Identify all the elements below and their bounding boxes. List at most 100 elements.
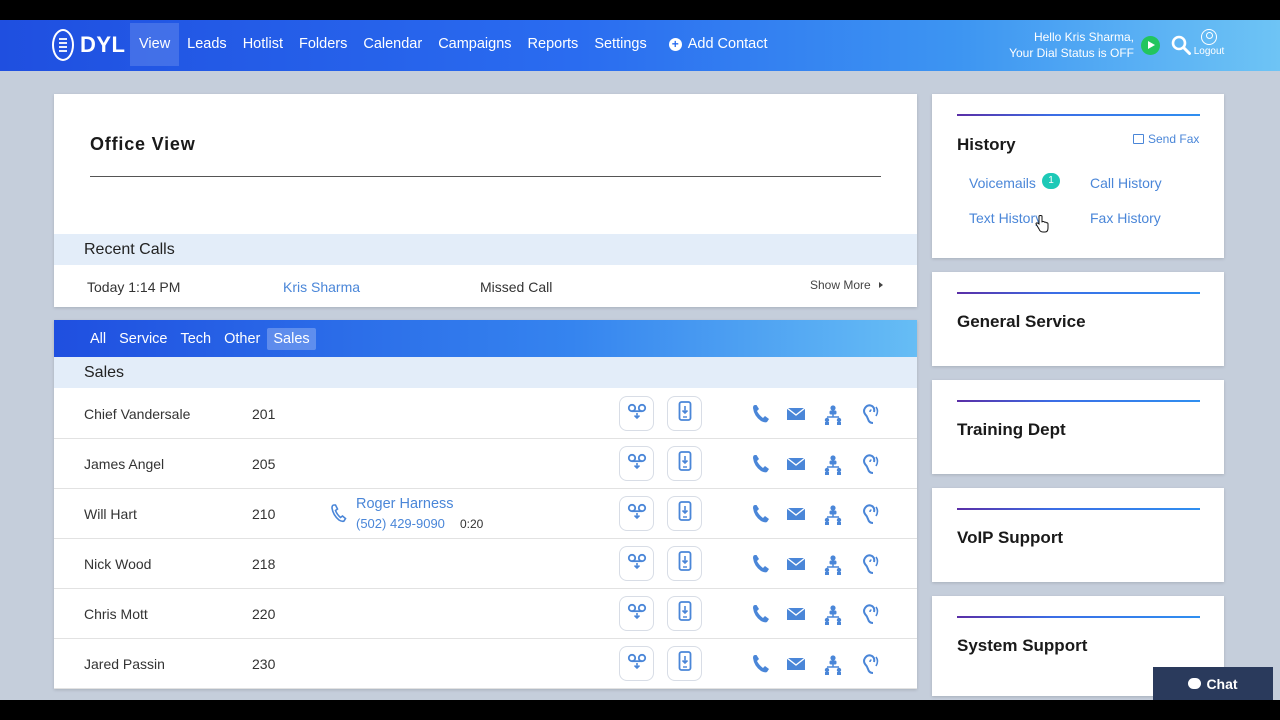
extension-user-name: James Angel — [84, 456, 165, 472]
recent-calls-header: Recent Calls — [54, 234, 917, 265]
caret-right-icon — [878, 282, 883, 288]
transfer-to-voicemail-button[interactable] — [619, 446, 654, 481]
listen-icon[interactable] — [859, 603, 881, 625]
main-nav: View Leads Hotlist Folders Calendar Camp… — [130, 23, 776, 66]
email-icon[interactable] — [785, 553, 807, 575]
email-icon[interactable] — [785, 453, 807, 475]
show-more-button[interactable]: Show More — [810, 278, 883, 292]
transfer-to-voicemail-button[interactable] — [619, 496, 654, 531]
add-contact-button[interactable]: + Add Contact — [661, 23, 776, 66]
transfer-icon[interactable] — [822, 653, 844, 675]
recent-call-status: Missed Call — [480, 279, 553, 295]
email-icon[interactable] — [785, 603, 807, 625]
dial-status-text: Your Dial Status is OFF — [1009, 46, 1134, 60]
hand-cursor-icon — [1035, 215, 1049, 233]
department-title: Training Dept — [957, 420, 1066, 439]
call-history-link[interactable]: Call History — [1090, 175, 1162, 191]
transfer-to-voicemail-button[interactable] — [619, 396, 654, 431]
transfer-to-mobile-button[interactable] — [667, 446, 702, 481]
call-icon[interactable] — [750, 553, 772, 575]
transfer-icon[interactable] — [822, 403, 844, 425]
transfer-to-mobile-button[interactable] — [667, 596, 702, 631]
dyl-logo[interactable]: DYL — [52, 29, 126, 61]
extension-user-name: Nick Wood — [84, 556, 152, 572]
transfer-to-voicemail-button[interactable] — [619, 596, 654, 631]
card-accent-rule — [957, 400, 1200, 402]
call-icon[interactable] — [750, 653, 772, 675]
fax-history-link[interactable]: Fax History — [1090, 210, 1161, 226]
transfer-icon[interactable] — [822, 603, 844, 625]
email-icon[interactable] — [785, 503, 807, 525]
transfer-icon[interactable] — [822, 553, 844, 575]
department-title: System Support — [957, 636, 1088, 655]
add-contact-label: Add Contact — [687, 36, 768, 52]
call-icon[interactable] — [750, 603, 772, 625]
logout-button[interactable]: Logout — [1193, 29, 1225, 57]
dial-start-button[interactable] — [1141, 36, 1160, 55]
listen-icon[interactable] — [859, 403, 881, 425]
voicemail-icon — [627, 403, 647, 424]
nav-folders[interactable]: Folders — [291, 23, 355, 66]
email-icon[interactable] — [785, 403, 807, 425]
mobile-transfer-icon — [678, 651, 692, 676]
general-service-card[interactable]: General Service — [932, 272, 1224, 366]
active-call-phone-icon — [330, 502, 348, 524]
history-title: History — [957, 135, 1016, 154]
extension-number: 205 — [252, 456, 276, 472]
mobile-transfer-icon — [678, 451, 692, 476]
listen-icon[interactable] — [859, 503, 881, 525]
voip-support-card[interactable]: VoIP Support — [932, 488, 1224, 582]
recent-calls-title: Recent Calls — [84, 241, 175, 258]
tab-service[interactable]: Service — [113, 328, 173, 350]
nav-hotlist[interactable]: Hotlist — [235, 23, 291, 66]
nav-campaigns[interactable]: Campaigns — [430, 23, 519, 66]
listen-icon[interactable] — [859, 553, 881, 575]
call-icon[interactable] — [750, 453, 772, 475]
show-more-label: Show More — [810, 278, 871, 292]
chat-button[interactable]: Chat — [1153, 667, 1273, 700]
send-fax-button[interactable]: Send Fax — [1133, 132, 1199, 146]
mobile-transfer-icon — [678, 601, 692, 626]
voicemail-icon — [627, 653, 647, 674]
call-icon[interactable] — [750, 503, 772, 525]
text-history-link[interactable]: Text History — [969, 210, 1042, 226]
recent-call-name[interactable]: Kris Sharma — [283, 279, 360, 295]
nav-view[interactable]: View — [130, 23, 180, 66]
table-row: Chris Mott 220 — [54, 589, 917, 639]
email-icon[interactable] — [785, 653, 807, 675]
transfer-to-mobile-button[interactable] — [667, 646, 702, 681]
logo-text: DYL — [80, 32, 126, 57]
tab-all[interactable]: All — [84, 328, 112, 350]
transfer-to-mobile-button[interactable] — [667, 396, 702, 431]
nav-leads[interactable]: Leads — [179, 23, 235, 66]
table-row: Chief Vandersale 201 — [54, 389, 917, 439]
transfer-icon[interactable] — [822, 453, 844, 475]
nav-calendar[interactable]: Calendar — [355, 23, 430, 66]
call-icon[interactable] — [750, 403, 772, 425]
office-view-card: Office View Recent Calls Today 1:14 PM K… — [54, 94, 917, 307]
listen-icon[interactable] — [859, 653, 881, 675]
nav-reports[interactable]: Reports — [520, 23, 587, 66]
active-call-number[interactable]: (502) 429-9090 — [356, 516, 445, 531]
tab-tech[interactable]: Tech — [174, 328, 217, 350]
tab-sales[interactable]: Sales — [267, 327, 316, 350]
voicemails-link[interactable]: Voicemails — [969, 175, 1036, 191]
active-call-duration: 0:20 — [460, 517, 484, 531]
transfer-to-voicemail-button[interactable] — [619, 646, 654, 681]
search-icon[interactable] — [1171, 35, 1191, 55]
transfer-icon[interactable] — [822, 503, 844, 525]
transfer-to-mobile-button[interactable] — [667, 496, 702, 531]
transfer-to-voicemail-button[interactable] — [619, 546, 654, 581]
tab-other[interactable]: Other — [218, 328, 266, 350]
logout-label: Logout — [1193, 46, 1225, 57]
logo-mark-icon — [52, 29, 74, 61]
transfer-to-mobile-button[interactable] — [667, 546, 702, 581]
extension-user-name: Jared Passin — [84, 656, 165, 672]
table-row: Nick Wood 218 — [54, 539, 917, 589]
listen-icon[interactable] — [859, 453, 881, 475]
mobile-transfer-icon — [678, 551, 692, 576]
nav-settings[interactable]: Settings — [586, 23, 654, 66]
training-dept-card[interactable]: Training Dept — [932, 380, 1224, 474]
extension-number: 218 — [252, 556, 276, 572]
active-call-name[interactable]: Roger Harness — [356, 496, 454, 512]
